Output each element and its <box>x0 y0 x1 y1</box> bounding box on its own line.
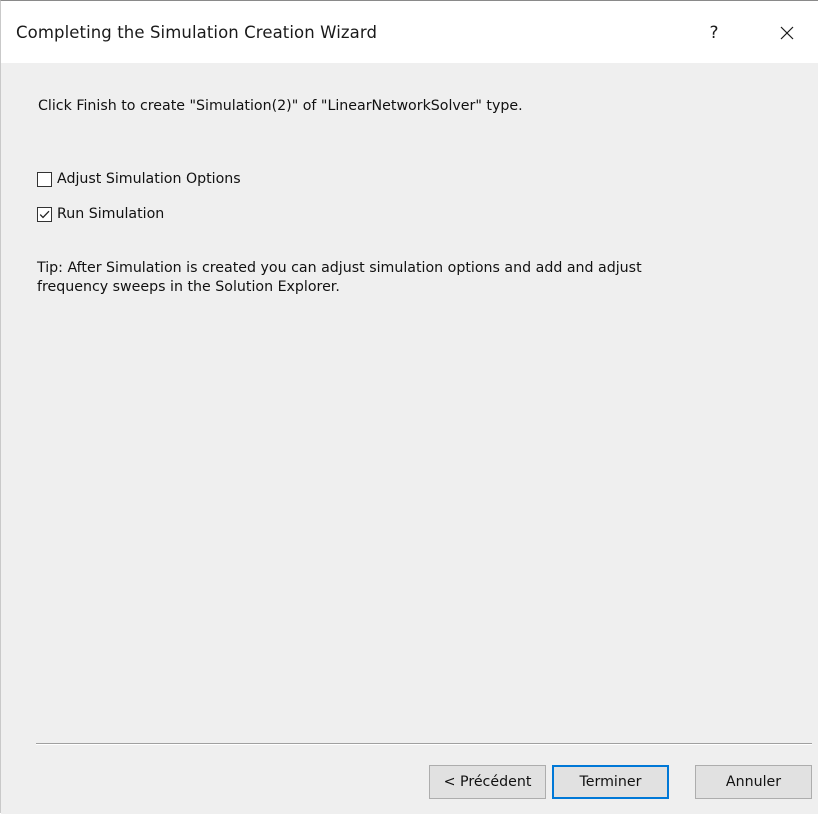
adjust-options-checkbox[interactable]: Adjust Simulation Options <box>37 171 241 187</box>
window-title: Completing the Simulation Creation Wizar… <box>16 23 378 42</box>
cancel-button[interactable]: Annuler <box>695 765 812 799</box>
tip-text: Tip: After Simulation is created you can… <box>37 260 642 295</box>
previous-button[interactable]: < Précédent <box>429 765 546 799</box>
checkmark-icon <box>39 210 50 218</box>
adjust-options-label: Adjust Simulation Options <box>57 171 241 187</box>
footer-separator <box>36 743 812 745</box>
title-bar: Completing the Simulation Creation Wizar… <box>1 1 818 63</box>
help-button[interactable]: ? <box>689 13 739 53</box>
checkbox-checked[interactable] <box>37 206 52 222</box>
finish-button[interactable]: Terminer <box>552 765 669 799</box>
close-button[interactable] <box>761 13 813 53</box>
checkbox-unchecked[interactable] <box>37 171 52 187</box>
run-simulation-checkbox[interactable]: Run Simulation <box>37 206 164 222</box>
wizard-dialog: Completing the Simulation Creation Wizar… <box>0 0 818 814</box>
close-icon <box>780 26 794 40</box>
intro-text: Click Finish to create "Simulation(2)" o… <box>38 98 523 114</box>
wizard-page: Click Finish to create "Simulation(2)" o… <box>1 63 818 814</box>
run-simulation-label: Run Simulation <box>57 206 165 222</box>
